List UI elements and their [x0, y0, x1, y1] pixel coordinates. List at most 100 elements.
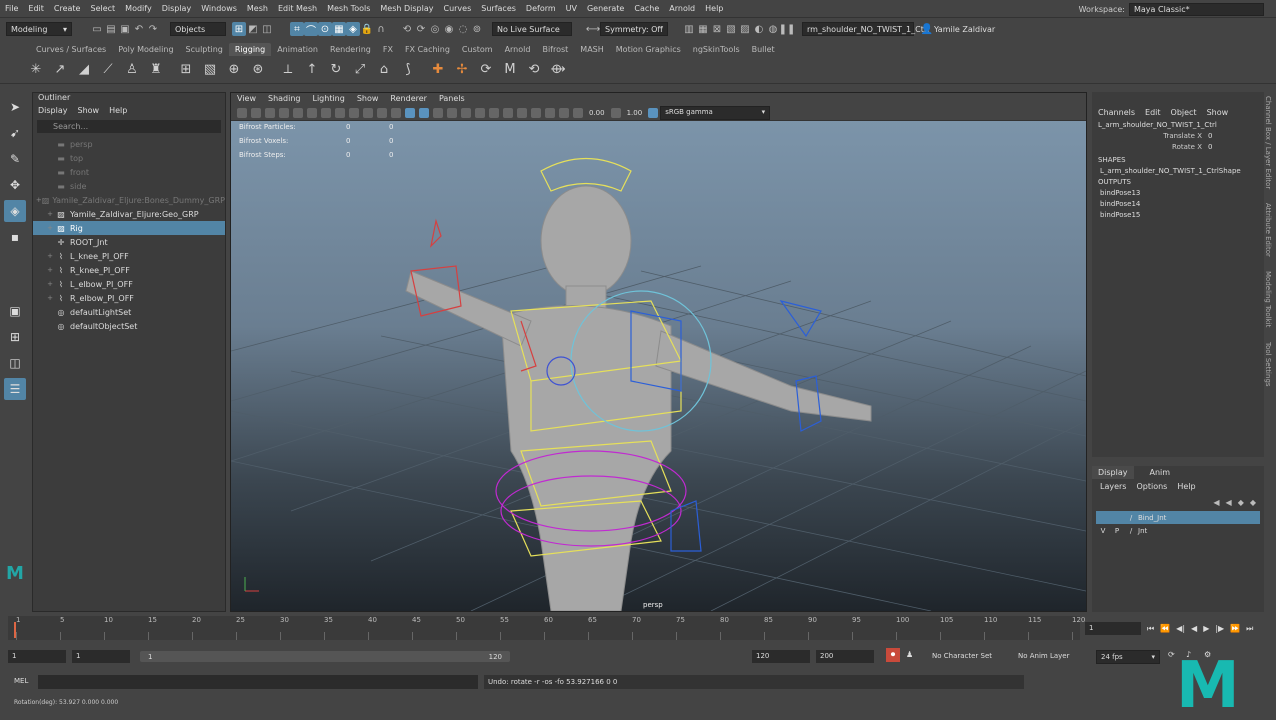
layer-visibility-toggle[interactable]: V	[1096, 527, 1110, 535]
color-space-dropdown[interactable]: sRGB gamma ▾	[660, 105, 771, 120]
viewport-menu-view[interactable]: View	[237, 93, 256, 105]
output-node[interactable]: bindPose13	[1092, 188, 1264, 199]
two-view-icon[interactable]: ◫	[4, 352, 26, 374]
outliner-menu-show[interactable]: Show	[78, 106, 100, 115]
menu-uv[interactable]: UV	[561, 0, 582, 18]
point-constraint-icon[interactable]: ⟂	[278, 60, 298, 80]
gate-mask-icon[interactable]	[349, 107, 359, 118]
tab-fx-caching[interactable]: FX Caching	[399, 43, 456, 56]
channelbox-menu-object[interactable]: Object	[1171, 108, 1197, 117]
field-chart-icon[interactable]	[363, 107, 373, 118]
layer-playback-toggle[interactable]: P	[1110, 527, 1124, 535]
outliner-item[interactable]: ▬ persp	[33, 137, 225, 151]
xray-joints-icon[interactable]	[559, 107, 569, 118]
expand-icon[interactable]: +	[45, 294, 55, 302]
viewport-persp[interactable]: View Shading Lighting Show Renderer Pane…	[230, 92, 1087, 612]
snap-point-icon[interactable]: ⊙	[318, 22, 332, 36]
tab-motion-graphics[interactable]: Motion Graphics	[610, 43, 687, 56]
render-region-icon[interactable]: ▧	[724, 22, 738, 36]
outliner-item[interactable]: ▬ top	[33, 151, 225, 165]
aim-constraint-icon[interactable]: ↑	[302, 60, 322, 80]
open-scene-icon[interactable]: ▤	[104, 22, 118, 36]
channelbox-menu-edit[interactable]: Edit	[1145, 108, 1161, 117]
move-tool-icon[interactable]: ✥	[4, 174, 26, 196]
pole-vector-icon[interactable]: ⟆	[398, 60, 418, 80]
attr-value[interactable]: 0	[1208, 131, 1212, 142]
workspace-dropdown[interactable]: Maya Classic*	[1129, 2, 1264, 16]
sidebar-toggle-icon[interactable]: ▥	[682, 22, 696, 36]
viewport-menu-shading[interactable]: Shading	[268, 93, 301, 105]
select-object-icon[interactable]: ◩	[246, 22, 260, 36]
anim-layer-dropdown[interactable]: No Anim Layer	[1018, 652, 1069, 660]
tab-bullet[interactable]: Bullet	[746, 43, 781, 56]
viewport-menu-lighting[interactable]: Lighting	[312, 93, 344, 105]
exposure-icon[interactable]	[573, 107, 583, 118]
tab-bifrost[interactable]: Bifrost	[536, 43, 574, 56]
play-backward-icon[interactable]: ◀	[1191, 624, 1197, 633]
go-to-end-icon[interactable]: ⏭	[1246, 624, 1253, 634]
layer-name[interactable]: Jnt	[1138, 527, 1147, 535]
channelbox-menu-show[interactable]: Show	[1207, 108, 1229, 117]
side-tab-channel-box[interactable]: Channel Box / Layer Editor	[1264, 96, 1272, 189]
play-forward-icon[interactable]: ▶	[1203, 624, 1209, 633]
paint-select-icon[interactable]: ✎	[4, 148, 26, 170]
paint-weights-icon[interactable]: ▧	[200, 60, 220, 80]
outliner-item[interactable]: + ⌇ L_elbow_PI_OFF	[33, 277, 225, 291]
pause-icon[interactable]: ❚❚	[779, 22, 796, 36]
outliner-menu-display[interactable]: Display	[38, 106, 68, 115]
live-surface-dropdown[interactable]: No Live Surface	[492, 22, 572, 36]
outliner-item[interactable]: ◎ defaultLightSet	[33, 305, 225, 319]
single-view-icon[interactable]: ▣	[4, 300, 26, 322]
wireframe-on-shaded-icon[interactable]	[433, 107, 443, 118]
menu-surfaces[interactable]: Surfaces	[476, 0, 521, 18]
xray-icon[interactable]	[545, 107, 555, 118]
playback-start-field[interactable]: 1	[72, 650, 130, 663]
current-frame-marker[interactable]	[14, 622, 16, 638]
image-plane-icon[interactable]	[265, 107, 275, 118]
outliner-item[interactable]: + ▨ Rig	[33, 221, 225, 235]
ipr-icon[interactable]: ▨	[738, 22, 752, 36]
menu-curves[interactable]: Curves	[438, 0, 476, 18]
render-settings-icon[interactable]: ◎	[428, 22, 442, 36]
menu-display[interactable]: Display	[157, 0, 197, 18]
selection-mask-dropdown[interactable]: Objects	[170, 22, 226, 36]
tab-poly-modeling[interactable]: Poly Modeling	[112, 43, 179, 56]
tab-sculpting[interactable]: Sculpting	[180, 43, 229, 56]
tab-display-layers[interactable]: Display	[1092, 466, 1134, 479]
move-layer-down-icon[interactable]: ◀	[1226, 498, 1232, 507]
select-hierarchy-icon[interactable]: ⊞	[232, 22, 246, 36]
command-input[interactable]	[38, 675, 478, 689]
expand-icon[interactable]: +	[45, 210, 55, 218]
step-back-key-icon[interactable]: ⏪	[1160, 624, 1170, 633]
tab-rendering[interactable]: Rendering	[324, 43, 377, 56]
step-back-frame-icon[interactable]: ◀|	[1176, 624, 1185, 633]
camera-attr-icon[interactable]	[237, 107, 247, 118]
attr-row[interactable]: Rotate X 0	[1092, 142, 1264, 153]
magnet-icon[interactable]: ∩	[374, 22, 388, 36]
expand-icon[interactable]: +	[45, 252, 55, 260]
menu-edit[interactable]: Edit	[23, 0, 49, 18]
isolate-select-icon[interactable]	[531, 107, 541, 118]
layers-menu-layers[interactable]: Layers	[1100, 482, 1126, 491]
lasso-tool-icon[interactable]: ➹	[4, 122, 26, 144]
playback-end-field[interactable]: 120	[752, 650, 810, 663]
symmetry-dropdown[interactable]: Symmetry: Off	[600, 22, 668, 36]
tab-arnold[interactable]: Arnold	[499, 43, 537, 56]
tab-custom[interactable]: Custom	[456, 43, 499, 56]
layer-color-swatch[interactable]: /	[1124, 527, 1138, 535]
use-lights-icon[interactable]	[461, 107, 471, 118]
menu-windows[interactable]: Windows	[196, 0, 242, 18]
textured-icon[interactable]	[447, 107, 457, 118]
custom-script-icon[interactable]: ⟴	[548, 60, 568, 80]
snap-grid-icon[interactable]: ⌗	[290, 22, 304, 36]
menu-deform[interactable]: Deform	[521, 0, 561, 18]
output-node[interactable]: bindPose14	[1092, 199, 1264, 210]
snap-view-icon[interactable]: ▦	[332, 22, 346, 36]
save-scene-icon[interactable]: ▣	[118, 22, 132, 36]
menu-edit-mesh[interactable]: Edit Mesh	[273, 0, 322, 18]
menu-select[interactable]: Select	[85, 0, 120, 18]
film-gate-icon[interactable]	[321, 107, 331, 118]
side-tab-attribute-editor[interactable]: Attribute Editor	[1264, 203, 1272, 257]
new-scene-icon[interactable]: ▭	[90, 22, 104, 36]
camera-bookmark-icon[interactable]	[251, 107, 261, 118]
